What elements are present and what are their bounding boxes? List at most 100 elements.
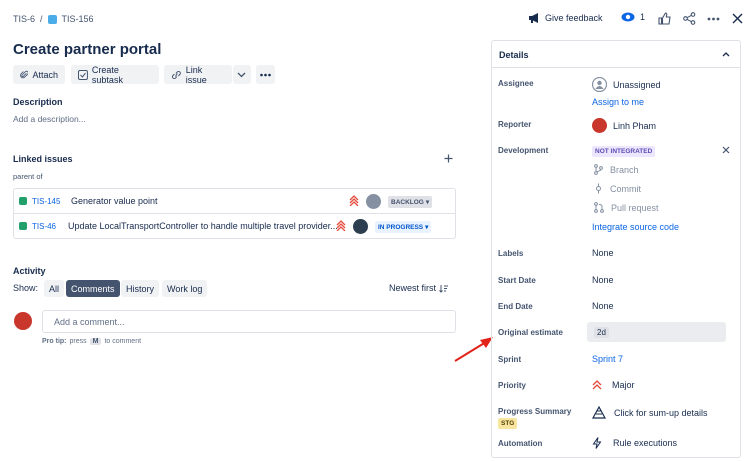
dev-pull-request-label: Pull request	[611, 202, 659, 213]
progress-summary-field[interactable]: Click for sum-up details	[592, 406, 708, 419]
tab-work-log[interactable]: Work log	[162, 280, 208, 297]
description-heading: Description	[13, 97, 63, 107]
status-badge-label: IN PROGRESS	[378, 223, 424, 231]
attach-button[interactable]: Attach	[13, 65, 65, 84]
description-placeholder[interactable]: Add a description...	[13, 114, 86, 124]
watch-button[interactable]: 1	[621, 12, 645, 22]
comment-placeholder: Add a comment...	[54, 317, 125, 327]
dev-commit-label: Commit	[610, 183, 641, 194]
linked-issue-row[interactable]: TIS-145 Generator value point BACKLOG ▾	[14, 189, 455, 214]
not-integrated-badge: NOT INTEGRATED	[592, 146, 656, 157]
details-header[interactable]: Details	[492, 41, 740, 68]
commit-icon	[596, 183, 601, 194]
tab-all[interactable]: All	[44, 280, 65, 297]
more-icon[interactable]	[707, 17, 720, 21]
link-issue-dropdown-button[interactable]	[233, 65, 251, 84]
eye-icon	[621, 12, 635, 22]
details-heading: Details	[499, 50, 529, 60]
priority-value: Major	[612, 380, 635, 390]
tab-comments[interactable]: Comments	[66, 280, 120, 297]
give-feedback-button[interactable]: Give feedback	[528, 12, 603, 24]
assignee-field[interactable]: Unassigned	[592, 77, 661, 92]
linked-issues-list: TIS-145 Generator value point BACKLOG ▾ T…	[13, 188, 456, 239]
subtask-icon	[78, 69, 88, 80]
avatar	[366, 194, 381, 209]
more-actions-button[interactable]	[256, 65, 275, 84]
status-badge[interactable]: BACKLOG ▾	[388, 196, 433, 208]
more-icon	[260, 73, 271, 76]
linked-issue-key[interactable]: TIS-145	[32, 197, 60, 206]
start-date-value[interactable]: None	[592, 275, 614, 285]
close-icon[interactable]	[732, 13, 743, 24]
reporter-value: Linh Pham	[613, 120, 657, 131]
thumbs-up-icon[interactable]	[658, 12, 671, 25]
reporter-field[interactable]: Linh Pham	[592, 118, 656, 133]
close-icon[interactable]	[722, 146, 730, 154]
linked-issue-summary[interactable]: Generator value point	[71, 196, 158, 206]
linked-issues-heading: Linked issues	[13, 154, 73, 164]
story-icon	[47, 14, 57, 24]
linked-issue-row[interactable]: TIS-46 Update LocalTransportController t…	[14, 214, 455, 238]
automation-label: Automation	[498, 439, 543, 448]
progress-summary-value: Click for sum-up details	[614, 407, 708, 418]
add-icon[interactable]	[444, 154, 453, 163]
sort-button[interactable]: Newest first	[389, 283, 449, 293]
paperclip-icon	[20, 70, 29, 78]
sprint-value[interactable]: Sprint 7	[592, 354, 623, 364]
create-subtask-button[interactable]: Create subtask	[71, 64, 159, 85]
share-icon[interactable]	[683, 12, 696, 25]
dev-pull-request-item: Pull request	[594, 202, 659, 213]
watch-count: 1	[640, 12, 646, 22]
breadcrumb-current[interactable]: TIS-156	[62, 14, 94, 24]
reporter-label: Reporter	[498, 120, 532, 129]
breadcrumb-parent[interactable]: TIS-6	[13, 14, 35, 24]
original-estimate-label: Original estimate	[498, 328, 563, 337]
status-badge-label: BACKLOG	[391, 198, 424, 206]
chevron-up-icon	[722, 52, 730, 57]
branch-icon	[594, 164, 603, 175]
dev-branch-item: Branch	[594, 164, 639, 175]
assign-to-me-link[interactable]: Assign to me	[592, 97, 644, 107]
lightning-icon	[592, 437, 602, 449]
priority-field[interactable]: Major	[592, 380, 635, 390]
breadcrumb: TIS-6 / TIS-156	[13, 14, 94, 24]
attach-label: Attach	[32, 69, 58, 80]
pull-request-icon	[594, 202, 604, 213]
chevron-down-icon	[237, 72, 246, 77]
original-estimate-field[interactable]: 2d	[587, 322, 726, 342]
dev-branch-label: Branch	[610, 164, 639, 175]
priority-label: Priority	[498, 381, 527, 390]
linked-issue-key[interactable]: TIS-46	[32, 222, 56, 231]
status-badge[interactable]: IN PROGRESS ▾	[375, 221, 432, 233]
link-issue-label: Link issue	[185, 64, 207, 85]
pro-tip: Pro tip: press M to comment	[42, 338, 141, 345]
original-estimate-value: 2d	[594, 327, 609, 338]
labels-value[interactable]: None	[592, 248, 614, 258]
sprint-label: Sprint	[498, 355, 522, 364]
comment-input[interactable]: Add a comment...	[42, 310, 456, 333]
story-icon	[19, 197, 27, 205]
linked-issue-summary[interactable]: Update LocalTransportController to handl…	[68, 221, 344, 231]
issue-title[interactable]: Create partner portal	[13, 41, 161, 58]
chevron-down-icon: ▾	[425, 199, 430, 206]
stg-badge: STG	[498, 418, 518, 429]
integrate-source-code-link[interactable]: Integrate source code	[592, 222, 679, 232]
sum-up-icon	[592, 406, 606, 419]
end-date-value[interactable]: None	[592, 301, 614, 311]
automation-value: Rule executions	[613, 438, 678, 448]
start-date-label: Start Date	[498, 276, 536, 285]
automation-field[interactable]: Rule executions	[592, 437, 677, 449]
priority-highest-icon	[336, 220, 346, 231]
tab-history[interactable]: History	[121, 280, 160, 297]
avatar	[592, 118, 607, 133]
activity-show-label: Show:	[13, 283, 39, 293]
pro-tip-prefix: Pro tip:	[42, 338, 67, 345]
pro-tip-suffix: to comment	[104, 338, 142, 345]
megaphone-icon	[529, 13, 538, 23]
link-icon	[172, 70, 181, 79]
progress-summary-label: Progress Summary	[498, 407, 572, 416]
avatar	[14, 312, 32, 330]
create-subtask-label: Create subtask	[91, 64, 123, 85]
link-issue-button[interactable]: Link issue	[164, 64, 232, 85]
keyboard-key: M	[89, 338, 102, 345]
